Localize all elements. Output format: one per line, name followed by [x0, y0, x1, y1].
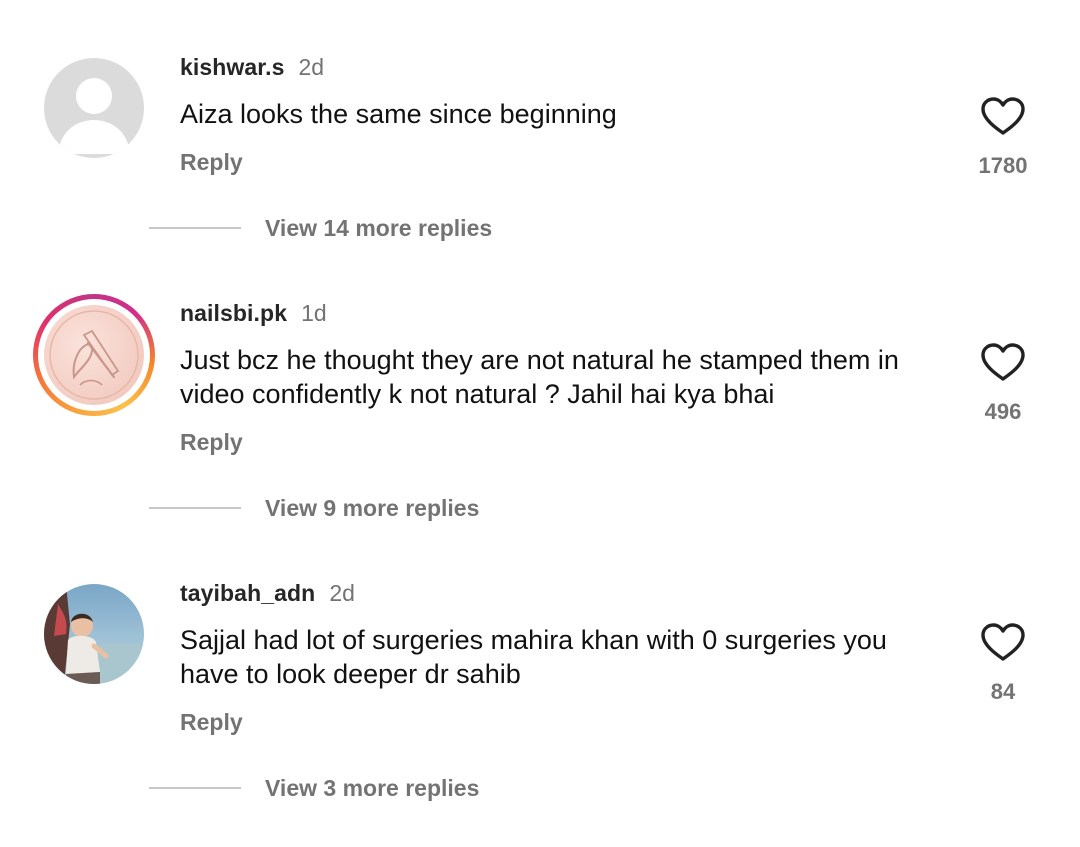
replies-divider [149, 227, 241, 229]
comment-meta: kishwar.s 2d [180, 52, 324, 82]
nail-logo-avatar [44, 305, 144, 405]
view-replies-button[interactable]: View 3 more replies [149, 773, 479, 803]
heart-outline-icon[interactable] [980, 342, 1026, 382]
view-replies-label: View 9 more replies [265, 495, 480, 521]
like-count: 84 [990, 679, 1016, 704]
view-replies-label: View 14 more replies [265, 215, 493, 241]
view-replies-label: View 3 more replies [265, 775, 480, 801]
comment-time: 1d [301, 300, 327, 326]
photo-avatar[interactable] [44, 584, 144, 684]
like-control: 496 [960, 342, 1046, 426]
comment-username[interactable]: nailsbi.pk [180, 300, 287, 326]
comment-text: Aiza looks the same since beginning [180, 99, 617, 129]
view-replies-button[interactable]: View 9 more replies [149, 493, 479, 523]
reply-button[interactable]: Reply [180, 427, 243, 457]
story-ring[interactable] [33, 294, 155, 416]
like-control: 1780 [960, 96, 1046, 180]
heart-outline-icon[interactable] [980, 622, 1026, 662]
comment-text: Just bcz he thought they are not natural… [180, 345, 899, 409]
comment-meta: nailsbi.pk 1d [180, 298, 327, 328]
comment-username[interactable]: tayibah_adn [180, 580, 315, 606]
default-avatar-icon[interactable] [44, 58, 144, 158]
reply-button[interactable]: Reply [180, 147, 243, 177]
replies-divider [149, 787, 241, 789]
like-control: 84 [960, 622, 1046, 706]
like-count: 496 [984, 399, 1022, 424]
reply-button[interactable]: Reply [180, 707, 243, 737]
comment-username[interactable]: kishwar.s [180, 54, 284, 80]
comment-list: kishwar.s 2d Aiza looks the same since be… [0, 0, 1080, 847]
view-replies-button[interactable]: View 14 more replies [149, 213, 492, 243]
comment-text: Sajjal had lot of surgeries mahira khan … [180, 625, 887, 689]
like-count: 1780 [978, 153, 1028, 178]
replies-divider [149, 507, 241, 509]
comment-time: 2d [298, 54, 325, 80]
comment-meta: tayibah_adn 2d [180, 578, 355, 608]
comment-time: 2d [329, 580, 355, 606]
heart-outline-icon[interactable] [980, 96, 1026, 136]
